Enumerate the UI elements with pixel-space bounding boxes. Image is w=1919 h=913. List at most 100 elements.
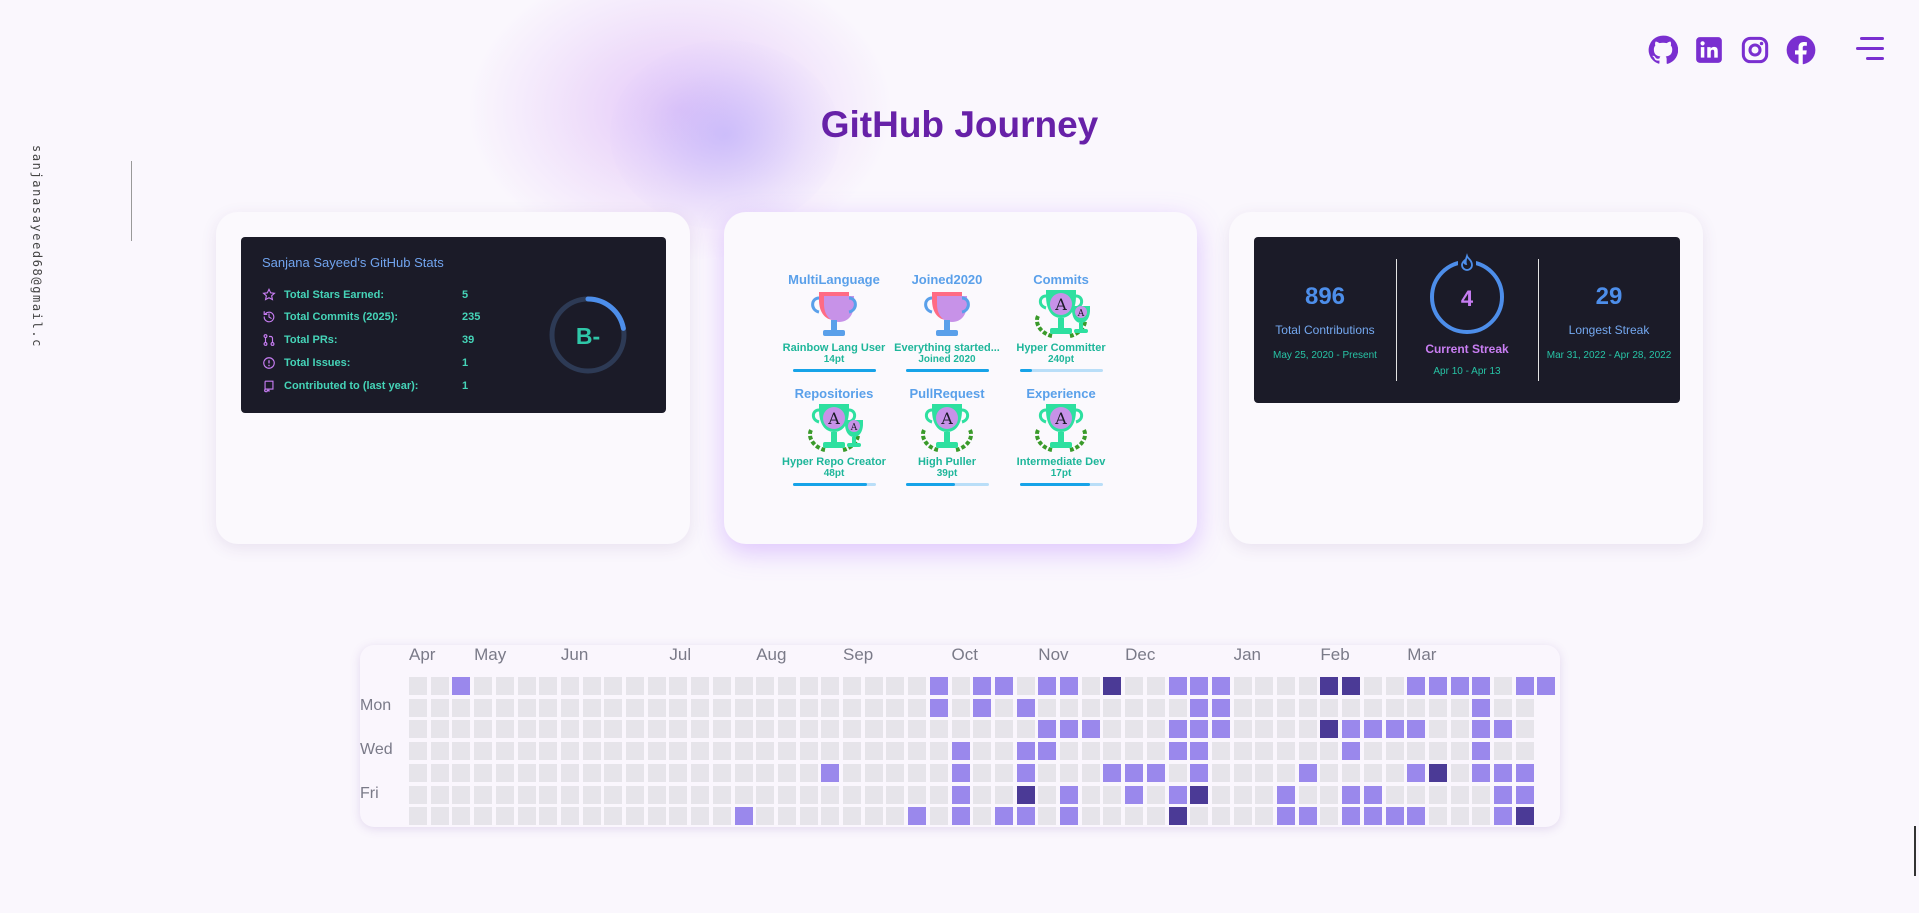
contribution-cell[interactable] xyxy=(517,677,536,695)
contribution-cell[interactable] xyxy=(1450,720,1469,739)
contribution-cell[interactable] xyxy=(1428,807,1447,826)
contribution-cell[interactable] xyxy=(994,698,1013,717)
contribution-cell[interactable] xyxy=(908,720,927,739)
contribution-cell[interactable] xyxy=(1233,807,1252,826)
contribution-cell[interactable] xyxy=(1515,742,1534,761)
contribution-cell[interactable] xyxy=(604,742,623,761)
contribution-cell[interactable] xyxy=(1407,807,1426,826)
contribution-cell[interactable] xyxy=(604,807,623,826)
contribution-cell[interactable] xyxy=(1081,785,1100,804)
contribution-cell[interactable] xyxy=(1428,785,1447,804)
contribution-cell[interactable] xyxy=(1168,698,1187,717)
contribution-cell[interactable] xyxy=(1233,677,1252,695)
contribution-cell[interactable] xyxy=(1428,742,1447,761)
contribution-cell[interactable] xyxy=(1060,677,1078,695)
contribution-cell[interactable] xyxy=(1081,698,1100,717)
contribution-cell[interactable] xyxy=(994,807,1013,826)
contribution-cell[interactable] xyxy=(973,742,992,761)
contribution-cell[interactable] xyxy=(582,763,601,782)
contribution-cell[interactable] xyxy=(799,807,818,826)
contribution-cell[interactable] xyxy=(1211,807,1230,826)
contribution-cell[interactable] xyxy=(517,720,536,739)
contribution-cell[interactable] xyxy=(1103,785,1122,804)
contribution-cell[interactable] xyxy=(1342,763,1361,782)
contribution-cell[interactable] xyxy=(669,763,688,782)
contribution-cell[interactable] xyxy=(1168,677,1187,695)
contribution-cell[interactable] xyxy=(560,698,579,717)
contribution-cell[interactable] xyxy=(1233,763,1252,782)
contribution-cell[interactable] xyxy=(517,763,536,782)
contribution-cell[interactable] xyxy=(452,742,471,761)
contribution-cell[interactable] xyxy=(1407,720,1426,739)
contribution-cell[interactable] xyxy=(777,742,796,761)
contribution-cell[interactable] xyxy=(604,763,623,782)
instagram-icon[interactable] xyxy=(1740,35,1770,65)
contribution-cell[interactable] xyxy=(799,698,818,717)
contribution-cell[interactable] xyxy=(1146,720,1165,739)
contribution-cell[interactable] xyxy=(1472,677,1491,695)
contribution-cell[interactable] xyxy=(908,785,927,804)
contribution-cell[interactable] xyxy=(864,785,883,804)
contribution-cell[interactable] xyxy=(712,763,731,782)
contribution-cell[interactable] xyxy=(626,677,644,695)
contribution-cell[interactable] xyxy=(756,720,775,739)
contribution-cell[interactable] xyxy=(582,677,601,695)
contribution-cell[interactable] xyxy=(777,698,796,717)
contribution-cell[interactable] xyxy=(1233,785,1252,804)
contribution-cell[interactable] xyxy=(1277,763,1295,782)
contribution-cell[interactable] xyxy=(647,677,666,695)
contribution-cell[interactable] xyxy=(843,763,861,782)
contribution-cell[interactable] xyxy=(929,742,948,761)
contribution-cell[interactable] xyxy=(452,720,471,739)
contribution-cell[interactable] xyxy=(843,807,861,826)
contribution-cell[interactable] xyxy=(1385,785,1404,804)
contribution-cell[interactable] xyxy=(886,807,905,826)
contribution-cell[interactable] xyxy=(409,720,427,739)
contribution-cell[interactable] xyxy=(691,785,710,804)
contribution-cell[interactable] xyxy=(1146,698,1165,717)
contribution-cell[interactable] xyxy=(1472,763,1491,782)
contribution-cell[interactable] xyxy=(1385,677,1404,695)
contribution-cell[interactable] xyxy=(712,742,731,761)
contribution-cell[interactable] xyxy=(582,785,601,804)
contribution-cell[interactable] xyxy=(1472,785,1491,804)
contribution-cell[interactable] xyxy=(1428,763,1447,782)
contribution-cell[interactable] xyxy=(929,698,948,717)
contribution-cell[interactable] xyxy=(1103,677,1122,695)
contribution-cell[interactable] xyxy=(1060,720,1078,739)
contribution-cell[interactable] xyxy=(626,698,644,717)
contribution-cell[interactable] xyxy=(1060,742,1078,761)
contribution-cell[interactable] xyxy=(929,720,948,739)
contribution-cell[interactable] xyxy=(756,763,775,782)
contribution-cell[interactable] xyxy=(1190,720,1209,739)
contribution-cell[interactable] xyxy=(1515,720,1534,739)
contribution-cell[interactable] xyxy=(582,807,601,826)
contribution-cell[interactable] xyxy=(1125,742,1144,761)
contribution-cell[interactable] xyxy=(452,677,471,695)
contribution-cell[interactable] xyxy=(1233,720,1252,739)
contribution-cell[interactable] xyxy=(1494,742,1512,761)
contribution-cell[interactable] xyxy=(430,742,449,761)
contribution-cell[interactable] xyxy=(669,698,688,717)
contribution-cell[interactable] xyxy=(1472,720,1491,739)
contribution-cell[interactable] xyxy=(929,785,948,804)
contribution-cell[interactable] xyxy=(777,807,796,826)
contribution-cell[interactable] xyxy=(1190,785,1209,804)
contribution-cell[interactable] xyxy=(821,720,840,739)
contribution-cell[interactable] xyxy=(1168,785,1187,804)
contribution-cell[interactable] xyxy=(495,807,514,826)
contribution-cell[interactable] xyxy=(1407,785,1426,804)
contribution-cell[interactable] xyxy=(626,785,644,804)
contribution-cell[interactable] xyxy=(1515,677,1534,695)
contribution-cell[interactable] xyxy=(1472,742,1491,761)
contribution-cell[interactable] xyxy=(1146,807,1165,826)
contribution-cell[interactable] xyxy=(1363,807,1382,826)
contribution-cell[interactable] xyxy=(604,785,623,804)
contribution-cell[interactable] xyxy=(452,763,471,782)
contribution-cell[interactable] xyxy=(539,677,558,695)
contribution-cell[interactable] xyxy=(994,785,1013,804)
contribution-cell[interactable] xyxy=(430,677,449,695)
contribution-cell[interactable] xyxy=(409,785,427,804)
contribution-cell[interactable] xyxy=(582,720,601,739)
contribution-cell[interactable] xyxy=(1428,677,1447,695)
